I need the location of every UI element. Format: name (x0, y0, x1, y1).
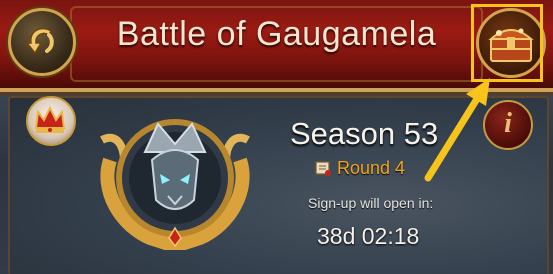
back-arrow-icon (25, 27, 54, 55)
scroll-icon (315, 161, 331, 176)
round-label: Round 4 (337, 157, 406, 178)
season-label: Season 53 (290, 116, 439, 151)
event-screen: Battle of Gaugamela i Season 53 Round 4 … (0, 0, 553, 274)
crown-icon (34, 105, 66, 133)
page-title: Battle of Gaugamela (116, 15, 437, 53)
back-button[interactable] (8, 8, 76, 76)
round-row: Round 4 (313, 156, 405, 180)
chest-highlight-frame (471, 4, 543, 82)
season-emblem-icon (100, 119, 250, 250)
signup-countdown: 38d 02:18 (317, 223, 420, 249)
signup-status-text: Sign-up will open in: (308, 195, 434, 211)
info-button[interactable]: i (483, 100, 533, 150)
crown-button[interactable] (26, 96, 76, 146)
